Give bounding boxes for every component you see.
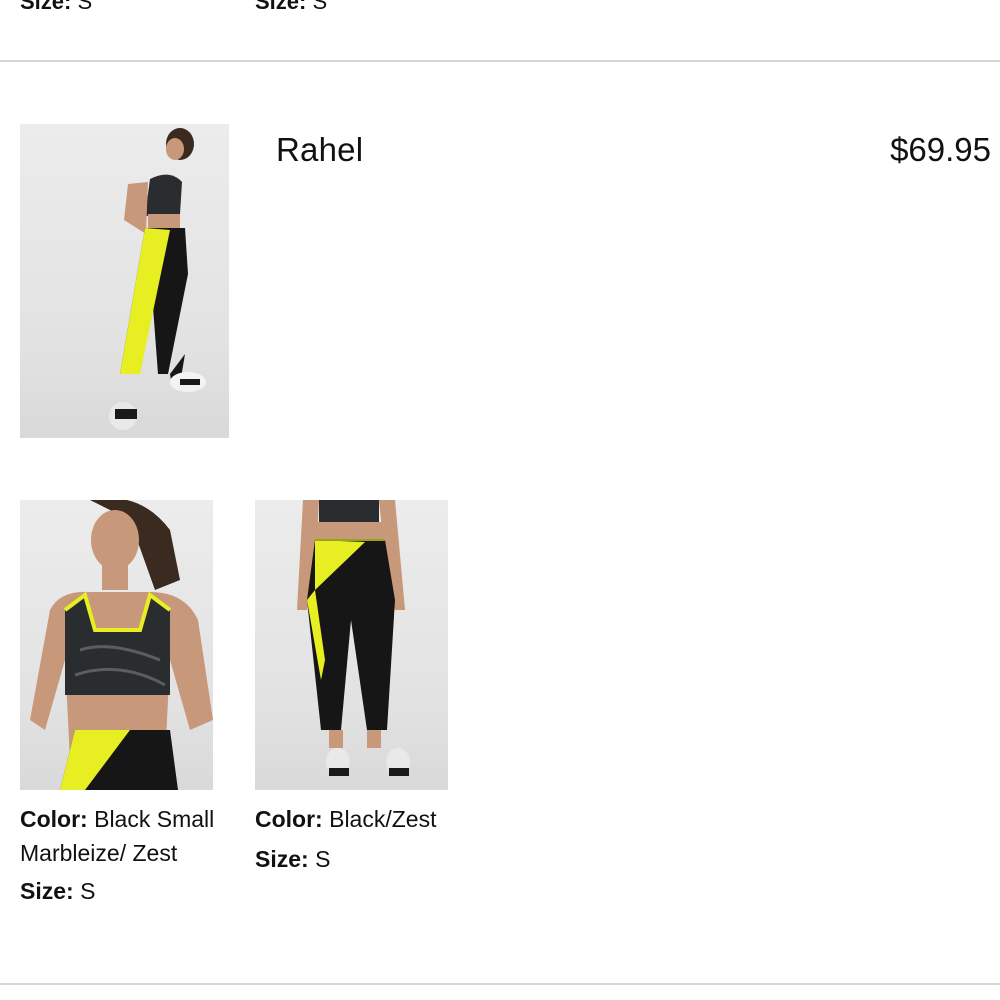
outfit-price: $69.95 <box>890 131 991 168</box>
size-label: Size: <box>20 0 72 14</box>
leggings-photo-icon <box>297 500 410 776</box>
size-value: S <box>315 846 331 872</box>
color-label: Color: <box>20 806 88 832</box>
item-details-leggings: Color: Black/Zest Size: S <box>255 802 475 876</box>
sports-bra-photo-icon <box>30 500 213 790</box>
size-label: Size: <box>20 878 74 904</box>
color-label: Color: <box>255 806 323 832</box>
size-label: Size: <box>255 846 309 872</box>
size-value: S <box>77 0 93 14</box>
size-value: S <box>312 0 328 14</box>
previous-item-size-2: Size: S <box>255 0 327 14</box>
section-divider-top <box>0 60 1000 62</box>
color-value: Black/Zest <box>329 806 437 832</box>
size-row: Size: S <box>255 842 475 876</box>
size-row: Size: S <box>20 874 225 908</box>
item-photo-sports-bra[interactable] <box>20 500 213 790</box>
item-photo-leggings[interactable] <box>255 500 448 790</box>
size-label: Size: <box>255 0 307 14</box>
outfit-main-photo[interactable] <box>20 124 229 438</box>
previous-item-size-1: Size: S <box>20 0 92 14</box>
size-value: S <box>80 878 96 904</box>
item-details-sports-bra: Color: Black Small Marbleize/ Zest Size:… <box>20 802 225 908</box>
outfit-name[interactable]: Rahel <box>276 128 363 172</box>
section-divider-bottom <box>0 983 1000 985</box>
model-full-body-photo-icon <box>109 128 206 430</box>
